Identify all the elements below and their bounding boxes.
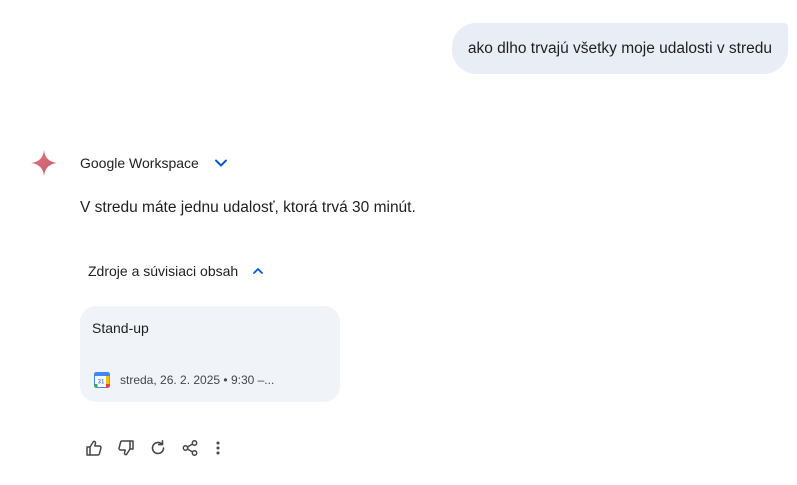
event-datetime: streda, 26. 2. 2025 • 9:30 –...	[120, 373, 275, 387]
user-message-text: ako dlho trvajú všetky moje udalosti v s…	[467, 39, 772, 57]
calendar-icon-day: 31	[98, 380, 105, 386]
thumbs-up-icon[interactable]	[78, 437, 110, 459]
response-actions	[78, 437, 230, 459]
source-card-event[interactable]: Stand-up 31 streda, 26. 2. 2025 • 9:30 –…	[80, 306, 340, 402]
google-calendar-icon: 31	[94, 372, 110, 388]
chevron-down-icon[interactable]	[211, 153, 231, 173]
gemini-spark-icon	[30, 149, 58, 177]
chat-page: ako dlho trvajú všetky moje udalosti v s…	[0, 0, 797, 485]
user-message-bubble: ako dlho trvajú všetky moje udalosti v s…	[451, 23, 788, 74]
source-label: Google Workspace	[80, 155, 199, 171]
more-vert-icon[interactable]	[206, 437, 230, 459]
chevron-up-icon	[248, 261, 268, 281]
thumbs-down-icon[interactable]	[110, 437, 142, 459]
regenerate-icon[interactable]	[142, 437, 174, 459]
sources-toggle-label: Zdroje a súvisiaci obsah	[88, 263, 239, 279]
share-icon[interactable]	[174, 437, 206, 459]
event-meta: 31 streda, 26. 2. 2025 • 9:30 –...	[94, 372, 274, 388]
response-source-selector[interactable]: Google Workspace	[80, 151, 231, 175]
event-title: Stand-up	[92, 320, 149, 336]
response-answer-text: V stredu máte jednu udalosť, ktorá trvá …	[80, 199, 416, 216]
sources-toggle-button[interactable]: Zdroje a súvisiaci obsah	[80, 257, 276, 285]
